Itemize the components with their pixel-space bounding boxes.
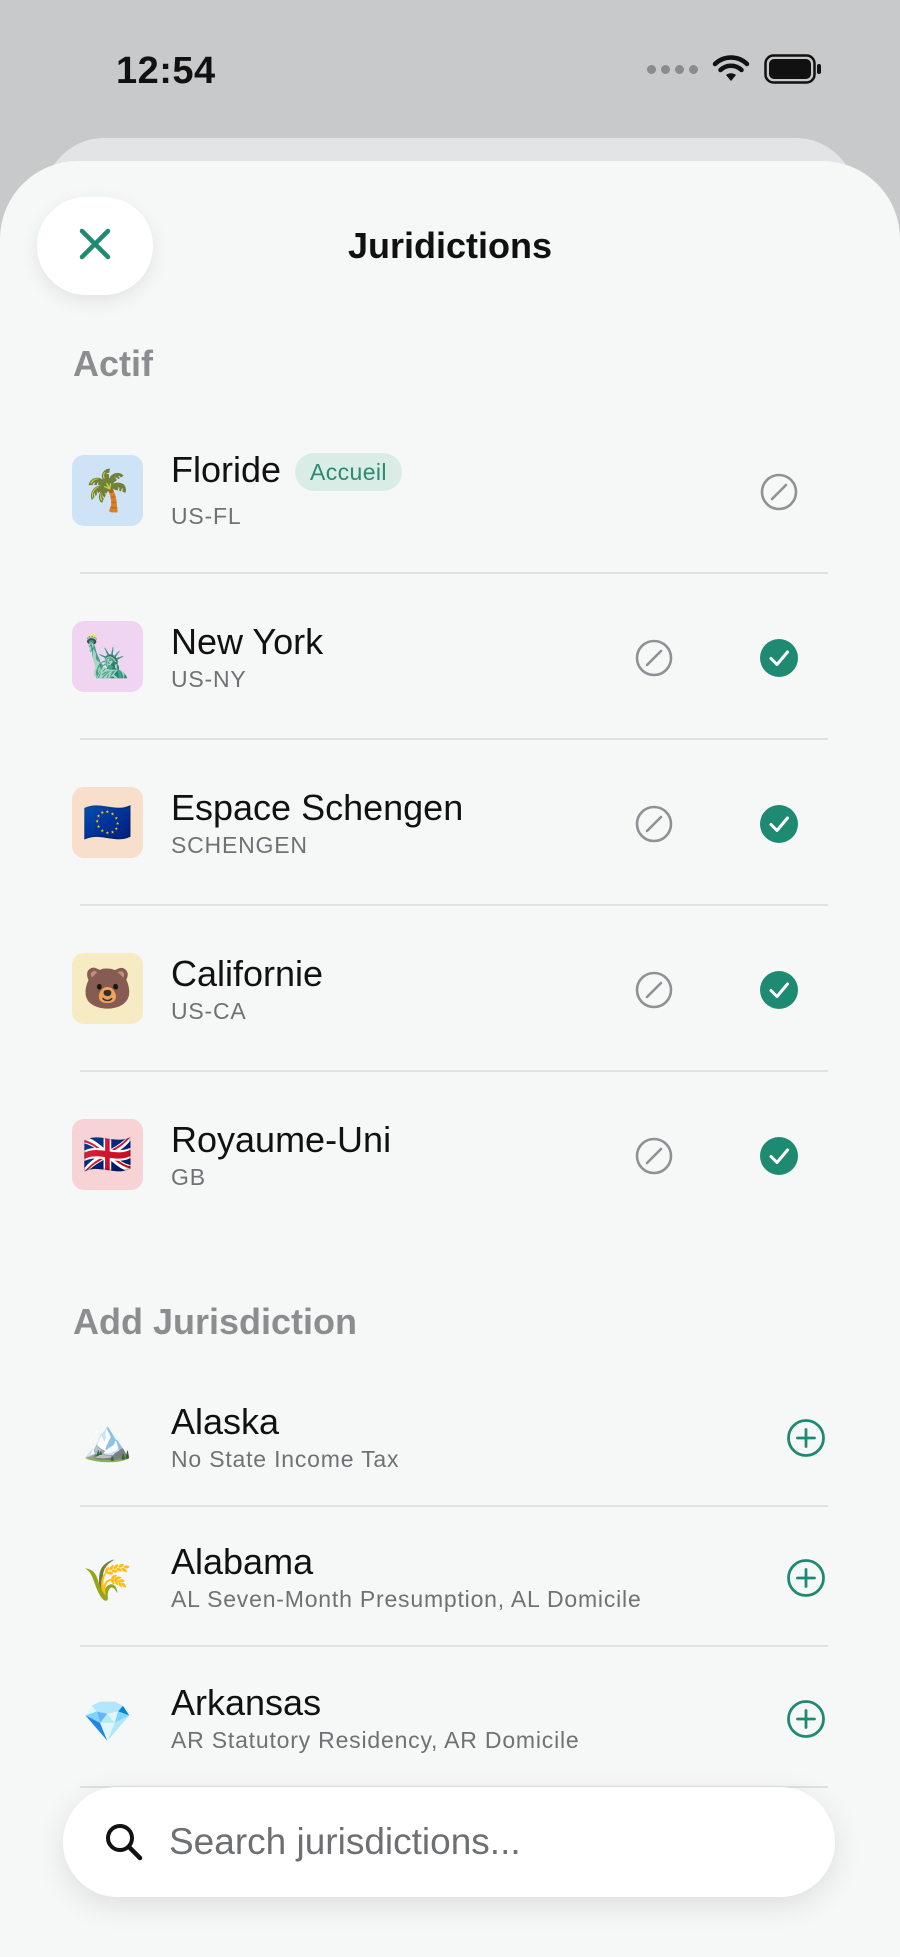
- row-divider: [80, 1505, 828, 1507]
- jurisdiction-name: Royaume-Uni: [171, 1119, 392, 1160]
- checkmark-icon[interactable]: [759, 970, 799, 1010]
- jurisdiction-name: Espace Schengen: [171, 787, 464, 828]
- status-indicators: [647, 54, 822, 84]
- jurisdictions-sheet: Juridictions Actif 🌴 Floride Accueil US-…: [0, 161, 900, 1957]
- uk-flag-icon: 🇬🇧: [82, 1132, 133, 1177]
- checkmark-icon[interactable]: [759, 804, 799, 844]
- jurisdiction-icon: 🌾: [72, 1545, 143, 1616]
- section-heading-add: Add Jurisdiction: [73, 1301, 358, 1342]
- section-heading-active: Actif: [73, 343, 153, 384]
- jurisdiction-name: Floride: [171, 449, 282, 490]
- palm-tree-icon: 🌴: [82, 468, 133, 513]
- row-divider: [80, 572, 828, 574]
- checkmark-icon[interactable]: [759, 1136, 799, 1176]
- jurisdiction-name: Alabama: [171, 1541, 314, 1582]
- jurisdiction-code: GB: [171, 1164, 206, 1190]
- statue-of-liberty-icon: 🗽: [82, 634, 133, 679]
- screen: 12:54 Juridictions Actif 🌴 Floride Accue…: [0, 0, 900, 1957]
- status-time: 12:54: [116, 50, 216, 92]
- page-title: Juridictions: [347, 225, 553, 266]
- battery-icon: [764, 54, 822, 84]
- jurisdiction-code: US-NY: [171, 666, 247, 692]
- search-input[interactable]: [167, 1820, 771, 1864]
- add-icon[interactable]: [786, 1418, 826, 1458]
- jurisdiction-icon: 🇬🇧: [72, 1119, 143, 1190]
- jurisdiction-name: Alaska: [171, 1401, 280, 1442]
- edit-icon[interactable]: [634, 638, 674, 678]
- edit-icon[interactable]: [634, 804, 674, 844]
- row-divider: [80, 1070, 828, 1072]
- jurisdiction-icon: 🐻: [72, 953, 143, 1024]
- jurisdiction-detail: AR Statutory Residency, AR Domicile: [171, 1727, 580, 1753]
- bear-icon: 🐻: [82, 966, 133, 1011]
- edit-icon[interactable]: [634, 970, 674, 1010]
- jurisdiction-name: New York: [171, 621, 324, 662]
- jurisdiction-icon: 🗽: [72, 621, 143, 692]
- row-divider: [80, 904, 828, 906]
- jurisdiction-icon: 🌴: [72, 455, 143, 526]
- jurisdiction-icon: 💎: [72, 1686, 143, 1757]
- cellular-signal-icon: [647, 64, 698, 74]
- jurisdiction-icon: 🇪🇺: [72, 787, 143, 858]
- diamond-icon: 💎: [82, 1699, 133, 1744]
- row-divider: [80, 1645, 828, 1647]
- jurisdiction-name: Arkansas: [171, 1682, 322, 1723]
- mountain-icon: 🏔️: [82, 1418, 133, 1463]
- edit-icon[interactable]: [634, 1136, 674, 1176]
- jurisdiction-detail: AL Seven-Month Presumption, AL Domicile: [171, 1586, 642, 1612]
- home-badge: Accueil: [295, 453, 402, 491]
- jurisdiction-detail: No State Income Tax: [171, 1446, 400, 1472]
- jurisdiction-code: US-FL: [171, 503, 242, 529]
- search-icon: [103, 1821, 145, 1863]
- jurisdiction-code: SCHENGEN: [171, 832, 308, 858]
- add-icon[interactable]: [786, 1558, 826, 1598]
- add-icon[interactable]: [786, 1699, 826, 1739]
- jurisdiction-name: Californie: [171, 953, 324, 994]
- row-divider: [80, 738, 828, 740]
- jurisdiction-icon: 🏔️: [72, 1405, 143, 1476]
- wheat-icon: 🌾: [82, 1558, 133, 1603]
- wifi-icon: [712, 55, 750, 83]
- eu-flag-icon: 🇪🇺: [82, 800, 133, 845]
- edit-icon[interactable]: [759, 472, 799, 512]
- checkmark-icon[interactable]: [759, 638, 799, 678]
- search-bar[interactable]: [63, 1787, 835, 1897]
- jurisdiction-code: US-CA: [171, 998, 247, 1024]
